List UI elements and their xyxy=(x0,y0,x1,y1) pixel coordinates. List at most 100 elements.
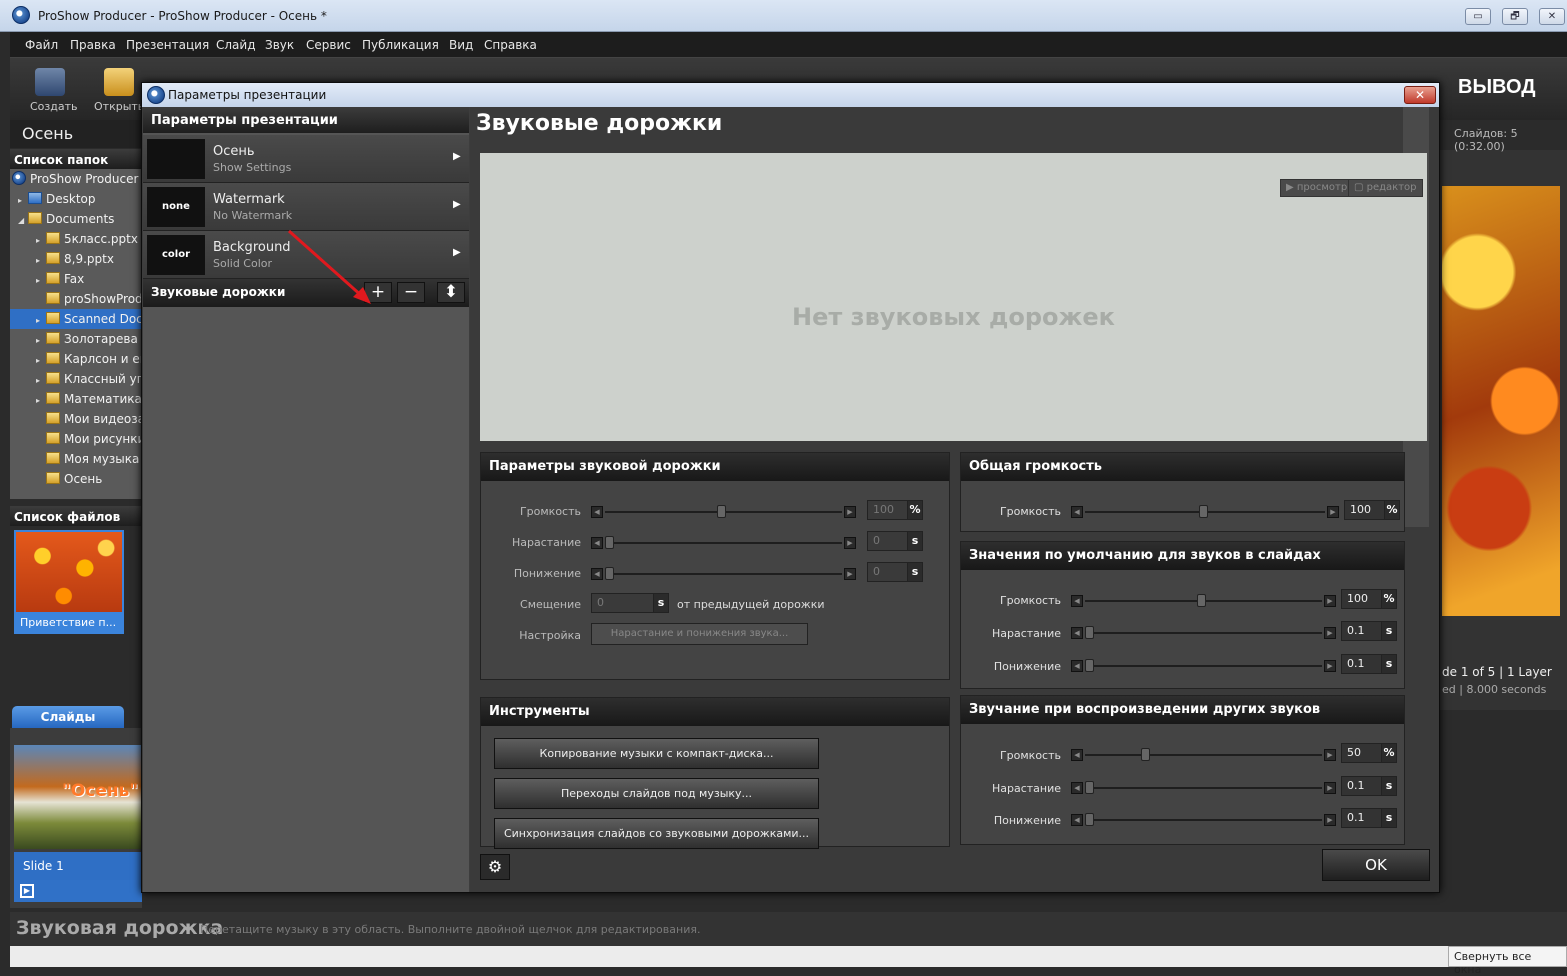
tools-panel: Инструменты Копирование музыки с компакт… xyxy=(480,697,950,849)
menu-sound[interactable]: Звук xyxy=(265,38,294,52)
menu-presentation[interactable]: Презентация xyxy=(126,38,209,52)
dialog-close-button[interactable]: ✕ xyxy=(1404,86,1436,104)
ok-button[interactable]: OK xyxy=(1322,849,1430,881)
editor-button[interactable]: ▢ редактор xyxy=(1348,179,1423,197)
menu-publish[interactable]: Публикация xyxy=(362,38,439,52)
default-fade-in-slider[interactable]: ◀ ▶ xyxy=(1071,626,1336,639)
output-button[interactable]: ВЫВОД xyxy=(1458,76,1536,99)
nav-item-watermark[interactable]: none Watermark No Watermark ▶ xyxy=(143,183,469,231)
no-tracks-text: Нет звуковых дорожек xyxy=(792,303,1115,331)
default-fade-in-value[interactable]: 0.1 xyxy=(1341,621,1383,641)
gear-icon[interactable]: ⚙ xyxy=(480,854,510,880)
expand-arrow-icon[interactable]: ▸ xyxy=(36,371,46,391)
tree-item[interactable]: ▸ Золотарева I xyxy=(10,329,142,349)
tree-item[interactable]: ▸ Математика xyxy=(10,389,142,409)
collapse-arrow-icon[interactable]: ◢ xyxy=(18,211,28,231)
preview-button[interactable]: ▶ просмотр xyxy=(1280,179,1354,197)
track-fade-in-value[interactable]: 0 xyxy=(867,531,909,551)
open-button[interactable]: Открыть xyxy=(94,68,144,113)
other-fade-out-value[interactable]: 0.1 xyxy=(1341,808,1383,828)
folder-list-header: Список папок xyxy=(10,149,142,169)
minimize-button[interactable]: ▭ xyxy=(1465,8,1491,25)
offset-input[interactable]: 0 xyxy=(591,593,655,613)
tree-item[interactable]: ▸ Классный уг xyxy=(10,369,142,389)
slide-thumbnail[interactable]: "Осень" xyxy=(14,745,142,849)
tree-item[interactable]: ▸ 8,9.pptx xyxy=(10,249,142,269)
default-fade-out-value[interactable]: 0.1 xyxy=(1341,654,1383,674)
track-volume-value[interactable]: 100 xyxy=(867,500,909,520)
sync-slides-button[interactable]: Синхронизация слайдов со звуковыми дорож… xyxy=(494,818,819,849)
play-icon[interactable]: ▶ xyxy=(20,884,34,898)
folder-icon xyxy=(46,452,60,464)
tree-item[interactable]: Осень xyxy=(10,469,142,489)
tree-item-proshow[interactable]: ProShow Producer xyxy=(10,169,142,189)
project-name: Осень xyxy=(10,120,142,148)
slide-controls: ▶ xyxy=(14,880,142,902)
overall-volume-slider[interactable]: ◀ ▶ xyxy=(1071,505,1339,518)
create-button[interactable]: Создать xyxy=(30,68,78,113)
soundtrack-bar[interactable]: Звуковая дорожка Перетащите музыку в эту… xyxy=(10,912,1567,946)
track-fade-out-value[interactable]: 0 xyxy=(867,562,909,582)
tree-item[interactable]: Мои видеоза xyxy=(10,409,142,429)
menu-help[interactable]: Справка xyxy=(484,38,537,52)
expand-arrow-icon[interactable]: ▸ xyxy=(36,331,46,351)
create-icon xyxy=(35,68,65,96)
track-fade-in-slider[interactable]: ◀ ▶ xyxy=(591,536,856,549)
overall-volume-value[interactable]: 100 xyxy=(1344,500,1386,520)
expand-arrow-icon[interactable]: ▸ xyxy=(36,271,46,291)
expand-arrow-icon[interactable]: ▸ xyxy=(36,251,46,271)
fade-settings-button[interactable]: Нарастание и понижения звука... xyxy=(591,623,808,645)
open-folder-icon xyxy=(104,68,134,96)
menu-service[interactable]: Сервис xyxy=(306,38,351,52)
expand-arrow-icon[interactable]: ▸ xyxy=(36,391,46,411)
tree-item[interactable]: ▸ Fax xyxy=(10,269,142,289)
tree-item[interactable]: Моя музыка xyxy=(10,449,142,469)
expand-arrow-icon[interactable]: ▸ xyxy=(18,191,28,211)
tree-item[interactable]: proShowProd xyxy=(10,289,142,309)
menu-file[interactable]: Файл xyxy=(25,38,58,52)
close-window-button[interactable]: ✕ xyxy=(1539,8,1565,25)
tab-slides[interactable]: Слайды xyxy=(12,706,124,728)
other-fade-out-slider[interactable]: ◀ ▶ xyxy=(1071,813,1336,826)
slide-info: de 1 of 5 | 1 Layer xyxy=(1442,665,1552,679)
other-volume-value[interactable]: 50 xyxy=(1341,743,1383,763)
track-params-title: Параметры звуковой дорожки xyxy=(481,453,949,481)
other-fade-in-slider[interactable]: ◀ ▶ xyxy=(1071,781,1336,794)
chevron-right-icon: ▶ xyxy=(453,151,461,162)
collapse-all-button[interactable]: Свернуть все окна xyxy=(1448,946,1567,976)
file-thumbnail[interactable]: Приветствие п... xyxy=(14,530,124,634)
default-volume-slider[interactable]: ◀ ▶ xyxy=(1071,594,1336,607)
folder-tree: ProShow Producer ▸ Desktop ◢ Documents ▸ 5к… xyxy=(10,169,142,499)
expand-arrow-icon[interactable]: ▸ xyxy=(36,311,46,331)
other-fade-in-value[interactable]: 0.1 xyxy=(1341,776,1383,796)
other-volume-slider[interactable]: ◀ ▶ xyxy=(1071,748,1336,761)
track-volume-slider[interactable]: ◀ ▶ xyxy=(591,505,856,518)
move-track-button[interactable]: ⬍ xyxy=(437,282,465,303)
slide-duration: ed | 8.000 seconds xyxy=(1442,683,1547,696)
slide-transitions-music-button[interactable]: Переходы слайдов под музыку... xyxy=(494,778,819,809)
expand-arrow-icon[interactable]: ▸ xyxy=(36,231,46,251)
menu-slide[interactable]: Слайд xyxy=(216,38,256,52)
slide-sound-defaults-panel: Значения по умолчанию для звуков в слайд… xyxy=(960,541,1405,689)
window-titlebar: ProShow Producer - ProShow Producer - Ос… xyxy=(0,0,1567,32)
menu-view[interactable]: Вид xyxy=(449,38,473,52)
folder-icon xyxy=(28,212,42,224)
default-volume-value[interactable]: 100 xyxy=(1341,589,1383,609)
expand-arrow-icon[interactable]: ▸ xyxy=(36,351,46,371)
restore-button[interactable]: 🗗 xyxy=(1502,8,1528,25)
tree-item[interactable]: Мои рисунки xyxy=(10,429,142,449)
tree-item-desktop[interactable]: ▸ Desktop xyxy=(10,189,142,209)
nav-item-show-settings[interactable]: Осень Show Settings ▶ xyxy=(143,135,469,183)
tree-item[interactable]: ▸ 5класс.pptx xyxy=(10,229,142,249)
track-fade-out-slider[interactable]: ◀ ▶ xyxy=(591,567,856,580)
tree-item-documents[interactable]: ◢ Documents xyxy=(10,209,142,229)
menu-edit[interactable]: Правка xyxy=(70,38,116,52)
tree-item[interactable]: ▸ Карлсон и ег xyxy=(10,349,142,369)
tree-item-selected[interactable]: ▸ Scanned Doc xyxy=(10,309,142,329)
remove-track-button[interactable]: − xyxy=(397,282,425,303)
close-icon: ✕ xyxy=(1414,88,1426,102)
soundtrack-preview[interactable]: Нет звуковых дорожек ▶ просмотр ▢ редакт… xyxy=(480,153,1427,441)
folder-icon xyxy=(46,312,60,324)
copy-cd-button[interactable]: Копирование музыки с компакт-диска... xyxy=(494,738,819,769)
default-fade-out-slider[interactable]: ◀ ▶ xyxy=(1071,659,1336,672)
